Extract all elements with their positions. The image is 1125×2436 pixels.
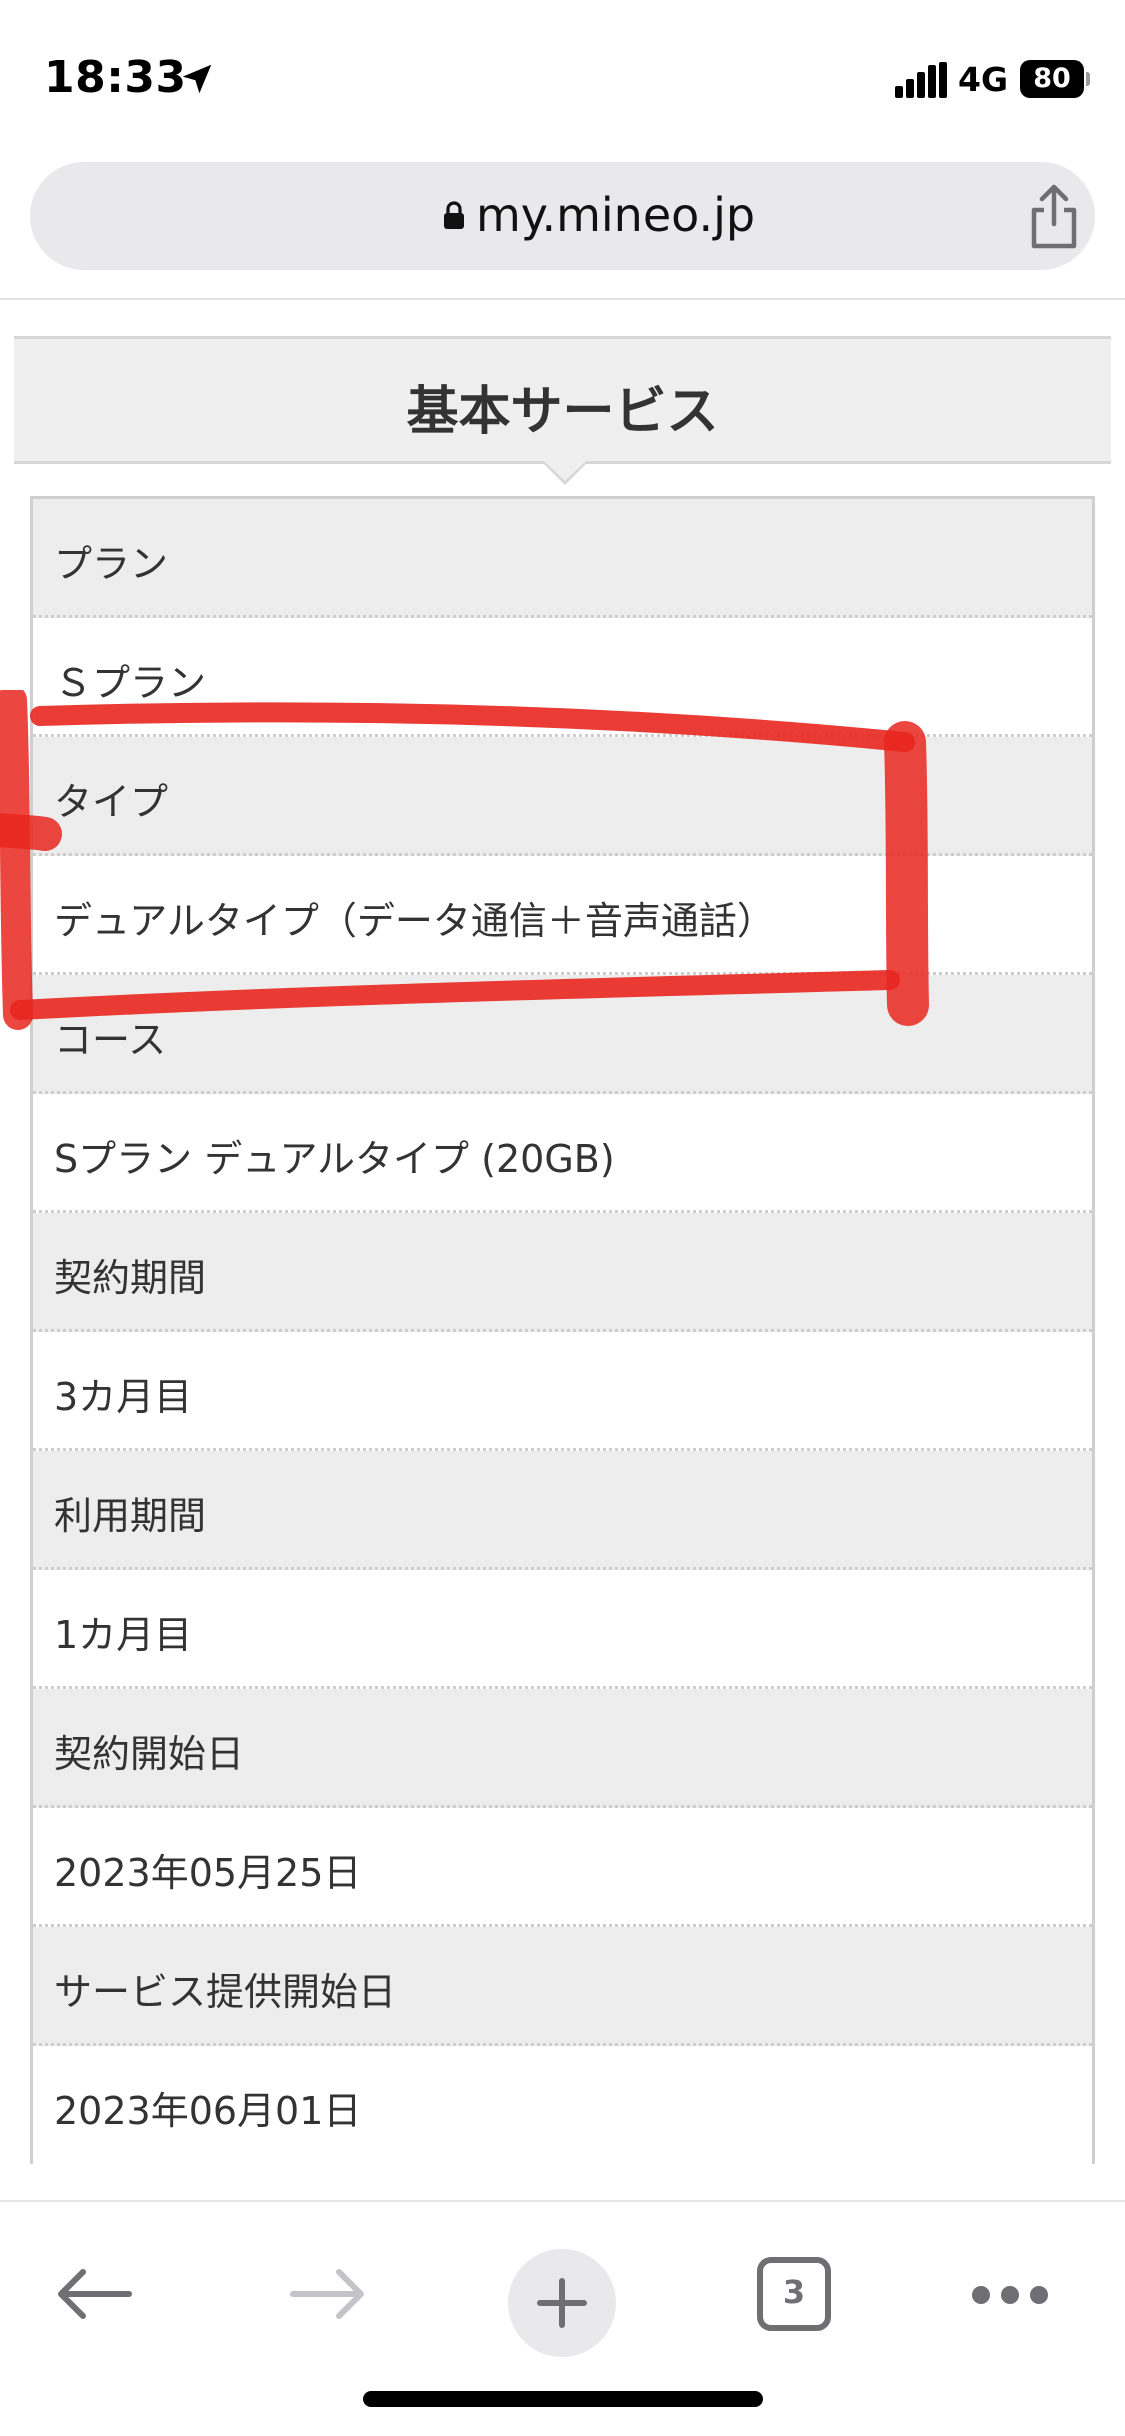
red-highlight-annotation — [0, 690, 929, 1030]
header-pointer-fill — [544, 461, 586, 481]
back-arrow-icon[interactable] — [55, 2262, 135, 2326]
table-row-value: 2023年05月25日 — [33, 1808, 1092, 1927]
usage-period-value: 1カ月目 — [54, 1613, 193, 1657]
section-title: 基本サービス — [406, 382, 719, 442]
contract-period-label: 契約期間 — [54, 1256, 207, 1300]
location-arrow-icon — [182, 64, 212, 94]
divider — [0, 298, 1125, 300]
network-type: 4G — [958, 60, 1009, 99]
usage-period-label: 利用期間 — [54, 1494, 207, 1538]
tab-count: 3 — [782, 2273, 806, 2311]
table-row-label: 利用期間 — [33, 1451, 1092, 1570]
home-indicator[interactable] — [363, 2391, 763, 2407]
contract-start-value: 2023年05月25日 — [54, 1851, 362, 1895]
address-bar[interactable]: my.mineo.jp — [30, 162, 1095, 270]
table-row-value: Sプラン デュアルタイプ (20GB) — [33, 1094, 1092, 1213]
section-header: 基本サービス — [14, 336, 1111, 464]
table-row-label: 契約期間 — [33, 1213, 1092, 1332]
table-row-label: 契約開始日 — [33, 1689, 1092, 1808]
table-row-value: 1カ月目 — [33, 1570, 1092, 1689]
forward-arrow-icon[interactable] — [287, 2262, 367, 2326]
more-icon[interactable] — [970, 2282, 1050, 2308]
signal-icon — [895, 62, 947, 98]
tabs-button[interactable]: 3 — [757, 2257, 831, 2331]
new-tab-button[interactable] — [508, 2249, 616, 2357]
lock-icon — [444, 201, 464, 229]
course-value: Sプラン デュアルタイプ (20GB) — [54, 1137, 615, 1181]
share-icon[interactable] — [1026, 184, 1082, 250]
service-start-label: サービス提供開始日 — [54, 1970, 397, 2014]
status-time: 18:33 — [44, 52, 187, 103]
plan-label: プラン — [54, 542, 169, 586]
table-row-label: プラン — [33, 499, 1092, 618]
url-text[interactable]: my.mineo.jp — [476, 188, 755, 242]
table-row-value: 3カ月目 — [33, 1332, 1092, 1451]
table-row-label: サービス提供開始日 — [33, 1927, 1092, 2046]
battery-level: 80 — [1033, 63, 1071, 94]
contract-period-value: 3カ月目 — [54, 1375, 193, 1419]
service-start-value: 2023年06月01日 — [54, 2089, 362, 2133]
contract-start-label: 契約開始日 — [54, 1732, 245, 1776]
battery-icon: 80 — [1020, 60, 1090, 98]
status-bar: 18:33 4G 80 — [0, 0, 1125, 150]
table-row-value: 2023年06月01日 — [33, 2046, 1092, 2165]
plus-icon — [537, 2278, 587, 2328]
